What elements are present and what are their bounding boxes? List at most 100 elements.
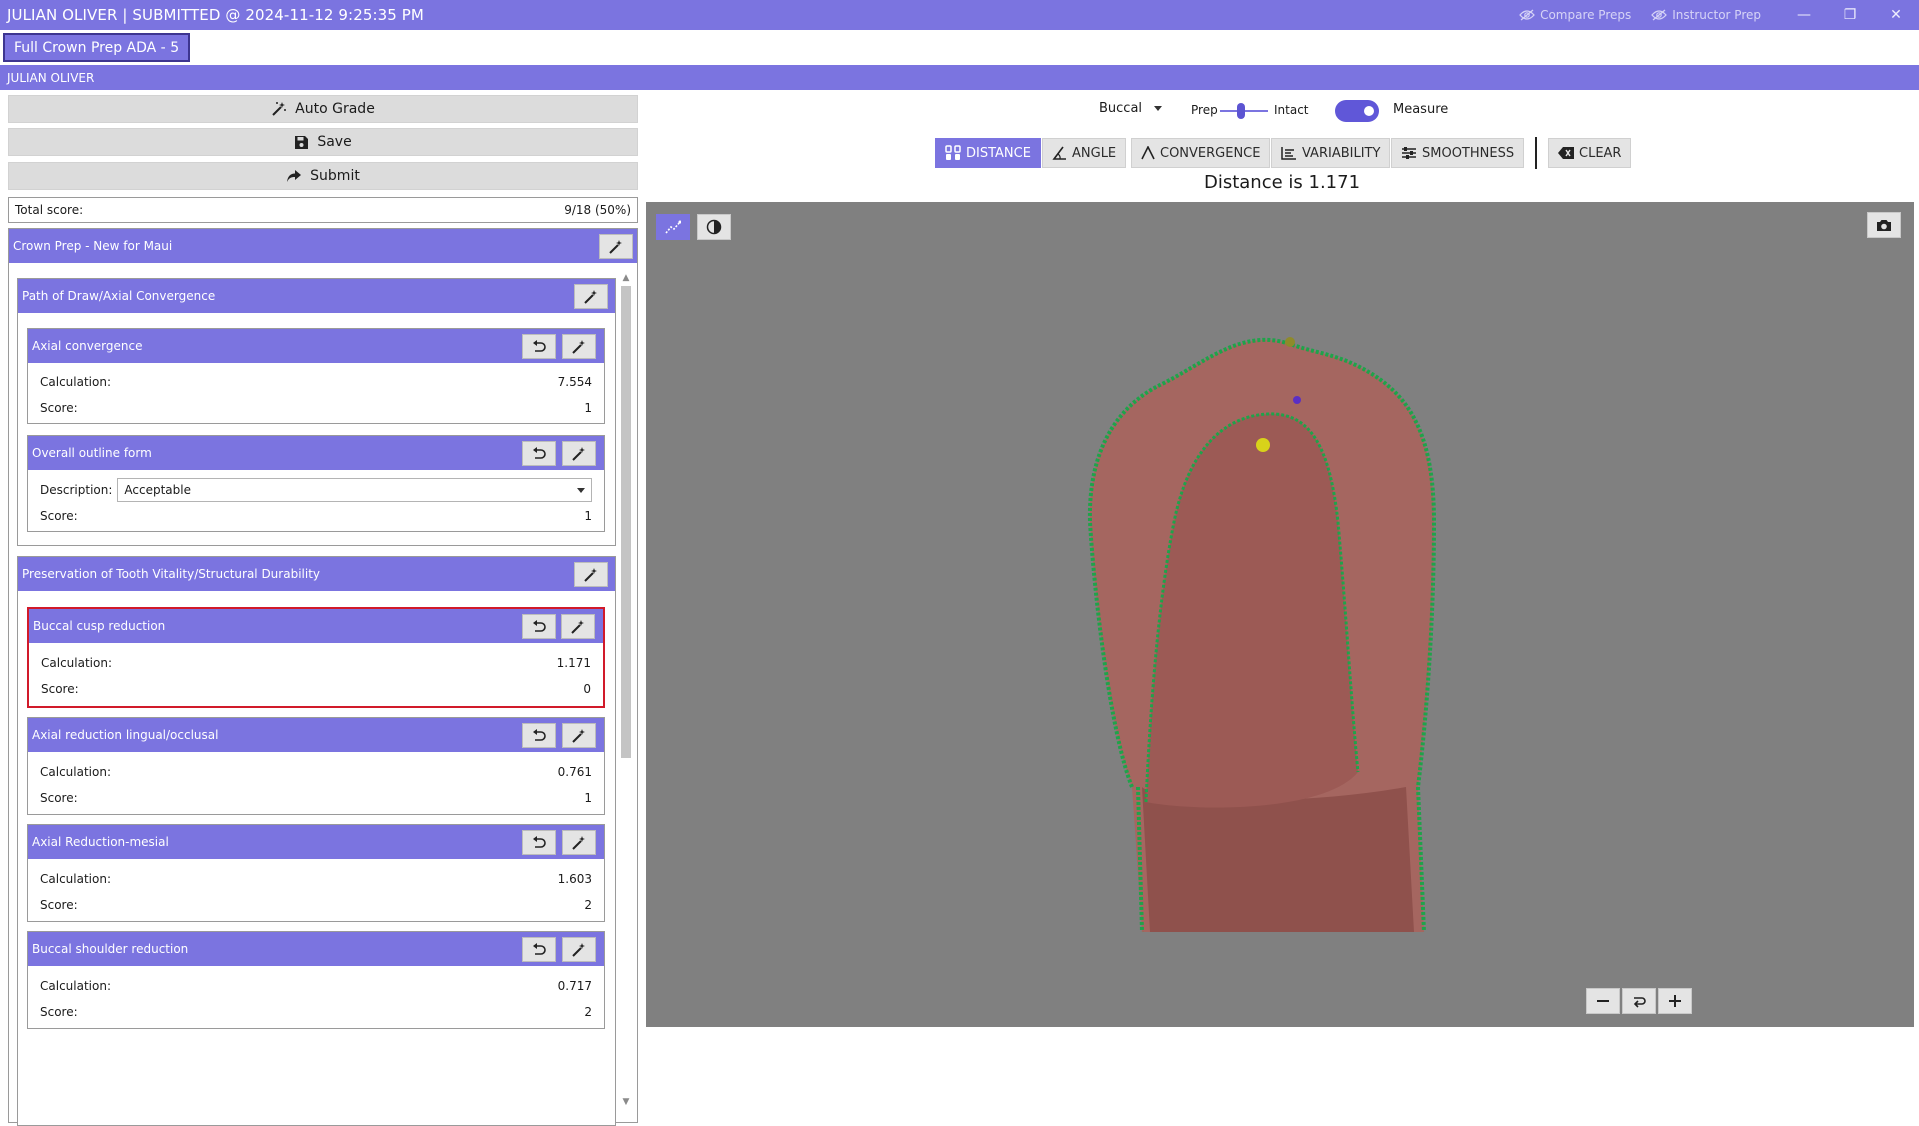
rubric-scrollbar[interactable]: ▲ ▼ — [617, 270, 635, 1110]
instructor-prep-button[interactable]: Instructor Prep — [1651, 8, 1761, 22]
toolbar-divider — [1535, 137, 1537, 169]
3d-viewport[interactable] — [646, 202, 1914, 1027]
auto-grade-criterion-button[interactable] — [561, 614, 595, 639]
view-select[interactable]: Buccal — [1099, 101, 1163, 116]
auto-grade-criterion-button[interactable] — [562, 830, 596, 855]
calculation-value: 1.171 — [556, 656, 591, 670]
reset-button[interactable] — [522, 830, 556, 855]
auto-grade-criterion-button[interactable] — [562, 937, 596, 962]
magic-wand-icon — [572, 835, 585, 850]
auto-grade-criterion-button[interactable] — [562, 441, 596, 466]
score-label: Score: — [40, 509, 78, 523]
view-controls: Buccal Prep Intact Measure — [645, 90, 1919, 130]
camera-icon — [1877, 219, 1891, 231]
magic-wand-icon — [572, 942, 585, 957]
reset-view-icon — [1633, 997, 1646, 1008]
prep-intact-slider[interactable] — [1220, 101, 1268, 121]
auto-grade-criterion-button[interactable] — [562, 334, 596, 359]
calculation-row: Calculation: 7.554 — [40, 372, 592, 392]
score-label: Score: — [41, 682, 79, 696]
save-button[interactable]: Save — [8, 128, 638, 156]
auto-grade-button[interactable]: Auto Grade — [8, 95, 638, 123]
reset-button[interactable] — [522, 441, 556, 466]
score-label: Score: — [40, 791, 78, 805]
tool-angle[interactable]: ANGLE — [1042, 138, 1127, 168]
contrast-icon — [706, 219, 722, 235]
calculation-row: Calculation: 0.761 — [40, 762, 592, 782]
caret-down-icon — [577, 487, 585, 493]
criterion-title: Overall outline form — [32, 446, 152, 460]
criterion-header: Axial Reduction-mesial — [28, 825, 604, 859]
scroll-thumb[interactable] — [621, 286, 631, 758]
undo-icon — [533, 446, 546, 459]
save-icon — [295, 135, 309, 149]
slider-knob[interactable] — [1237, 103, 1245, 119]
clear-button[interactable]: CLEAR — [1548, 138, 1632, 168]
reset-button[interactable] — [522, 937, 556, 962]
auto-grade-label: Auto Grade — [295, 101, 375, 117]
magic-wand-icon — [609, 239, 622, 254]
calculation-label: Calculation: — [40, 375, 111, 389]
section-auto-grade-button[interactable] — [574, 562, 608, 587]
measure-mode-button[interactable] — [656, 214, 690, 240]
calculation-row: Calculation: 1.171 — [41, 653, 591, 673]
screenshot-button[interactable] — [1867, 212, 1901, 238]
tool-convergence[interactable]: CONVERGENCE — [1131, 138, 1271, 168]
section-header: Preservation of Tooth Vitality/Structura… — [18, 557, 615, 591]
undo-icon — [533, 728, 546, 741]
measure-toggle[interactable] — [1335, 100, 1379, 122]
measure-point-a[interactable] — [1285, 337, 1295, 347]
window-title: JULIAN OLIVER | SUBMITTED @ 2024-11-12 9… — [7, 6, 424, 24]
magic-wand-icon — [584, 289, 597, 304]
tab-row: Full Crown Prep ADA - 5 — [0, 30, 1919, 65]
reset-view-button[interactable] — [1622, 988, 1656, 1014]
tab-full-crown-prep[interactable]: Full Crown Prep ADA - 5 — [3, 33, 191, 62]
rubric-title: Crown Prep - New for Maui — [13, 239, 173, 253]
auto-grade-criterion-button[interactable] — [562, 723, 596, 748]
tool-smoothness[interactable]: SMOOTHNESS — [1391, 138, 1525, 168]
measure-point-b[interactable] — [1293, 396, 1301, 404]
tool-variability[interactable]: VARIABILITY — [1271, 138, 1391, 168]
scroll-down-arrow[interactable]: ▼ — [620, 1096, 632, 1108]
description-label: Description: — [40, 483, 113, 497]
minimize-button[interactable]: — — [1781, 0, 1827, 30]
score-label: Score: — [40, 898, 78, 912]
eye-off-icon — [1519, 9, 1535, 21]
score-row: Score: 2 — [40, 1002, 592, 1022]
tooth-model[interactable] — [1046, 332, 1486, 932]
caret-down-icon — [1154, 106, 1163, 111]
reset-button[interactable] — [522, 723, 556, 748]
reset-button[interactable] — [522, 334, 556, 359]
description-select[interactable]: Acceptable — [117, 478, 592, 502]
compare-preps-button[interactable]: Compare Preps — [1519, 8, 1631, 22]
rubric-auto-grade-button[interactable] — [599, 234, 633, 259]
tool-distance[interactable]: DISTANCE — [935, 138, 1041, 168]
backspace-icon — [1558, 147, 1574, 159]
calculation-label: Calculation: — [40, 765, 111, 779]
reset-button[interactable] — [522, 614, 556, 639]
viewer-pane: Buccal Prep Intact Measure DISTANCE ANGL… — [645, 90, 1919, 1031]
eye-off-icon — [1651, 9, 1668, 21]
section-auto-grade-button[interactable] — [574, 284, 608, 309]
score-row: Score: 1 — [40, 506, 592, 526]
smoothness-icon — [1402, 147, 1416, 159]
total-score: Total score: 9/18 (50%) — [8, 197, 638, 223]
title-bar: JULIAN OLIVER | SUBMITTED @ 2024-11-12 9… — [0, 0, 1919, 30]
submit-button[interactable]: Submit — [8, 162, 638, 190]
calculation-value: 7.554 — [557, 375, 592, 389]
contrast-button[interactable] — [697, 214, 731, 240]
calculation-value: 0.761 — [557, 765, 592, 779]
restore-button[interactable]: ❐ — [1827, 0, 1873, 30]
user-name: JULIAN OLIVER — [7, 70, 95, 85]
criterion-header: Overall outline form — [28, 436, 604, 470]
criterion-buccal-cusp-reduction[interactable]: Buccal cusp reduction Calculation: 1.171… — [27, 607, 605, 708]
criterion-axial-reduction-lingual: Axial reduction lingual/occlusal Calcula… — [27, 717, 605, 815]
compare-preps-label: Compare Preps — [1540, 8, 1632, 22]
measure-point-c[interactable] — [1256, 438, 1270, 452]
zoom-out-button[interactable] — [1586, 988, 1620, 1014]
scroll-up-arrow[interactable]: ▲ — [620, 272, 632, 284]
close-button[interactable]: ✕ — [1873, 0, 1919, 30]
score-row: Score: 1 — [40, 788, 592, 808]
criterion-header: Buccal cusp reduction — [29, 609, 603, 643]
zoom-in-button[interactable] — [1658, 988, 1692, 1014]
